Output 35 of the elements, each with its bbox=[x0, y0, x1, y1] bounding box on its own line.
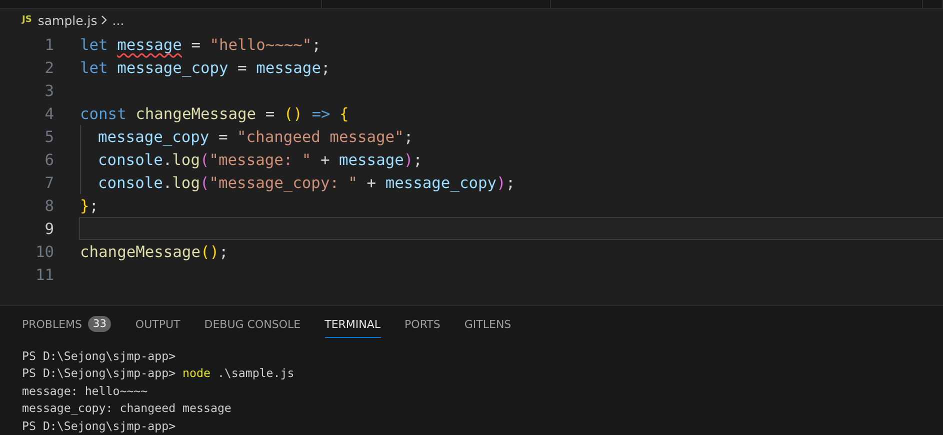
code-line: }; bbox=[80, 196, 99, 214]
code-line: message_copy = "changeed message"; bbox=[98, 128, 414, 146]
terminal-line: PS D:\Sejong\sjmp-app> bbox=[22, 348, 177, 364]
line-number: 8 bbox=[44, 196, 54, 214]
code-line: const changeMessage = () => { bbox=[80, 104, 349, 122]
panel-tab[interactable]: PORTS bbox=[404, 312, 440, 338]
code-line: console.log("message: " + message); bbox=[98, 150, 422, 168]
problem-count: 33 bbox=[88, 316, 112, 332]
code-line: let message_copy = message; bbox=[80, 58, 330, 76]
terminal-line: PS D:\Sejong\sjmp-app> bbox=[22, 418, 177, 434]
breadcrumb-item[interactable]: sample.js bbox=[38, 12, 98, 28]
breadcrumb-item[interactable]: ... bbox=[112, 12, 124, 28]
code-line: console.log("message_copy: " + message_copy); bbox=[98, 174, 516, 192]
line-number: 1 bbox=[44, 36, 54, 54]
code-line: let message = "hello~~~~"; bbox=[80, 36, 321, 54]
panel-tab[interactable]: PROBLEMS 33 bbox=[22, 311, 112, 340]
line-number: 5 bbox=[44, 128, 54, 146]
line-number: 4 bbox=[44, 104, 54, 122]
line-number: 3 bbox=[44, 82, 54, 100]
line-number: 2 bbox=[44, 58, 54, 76]
terminal-line: PS D:\Sejong\sjmp-app> node .\sample.js bbox=[22, 365, 296, 382]
line-number: 10 bbox=[34, 242, 54, 260]
line-number: 9 bbox=[44, 220, 54, 238]
panel-tab[interactable]: TERMINAL bbox=[324, 312, 381, 338]
chevron-right-icon bbox=[101, 15, 108, 25]
line-number: 7 bbox=[44, 174, 54, 192]
js-file-icon: JS bbox=[22, 15, 32, 25]
line-number: 6 bbox=[44, 150, 54, 168]
panel-tab[interactable]: GITLENS bbox=[464, 312, 512, 338]
terminal-line: message: hello~~~~ bbox=[22, 382, 149, 400]
terminal-line: message_copy: changeed message bbox=[22, 400, 232, 417]
panel-tab[interactable]: DEBUG CONSOLE bbox=[204, 312, 301, 338]
code-line: changeMessage(); bbox=[80, 242, 228, 260]
line-number: 11 bbox=[34, 266, 54, 284]
panel-tab[interactable]: OUTPUT bbox=[135, 312, 180, 338]
